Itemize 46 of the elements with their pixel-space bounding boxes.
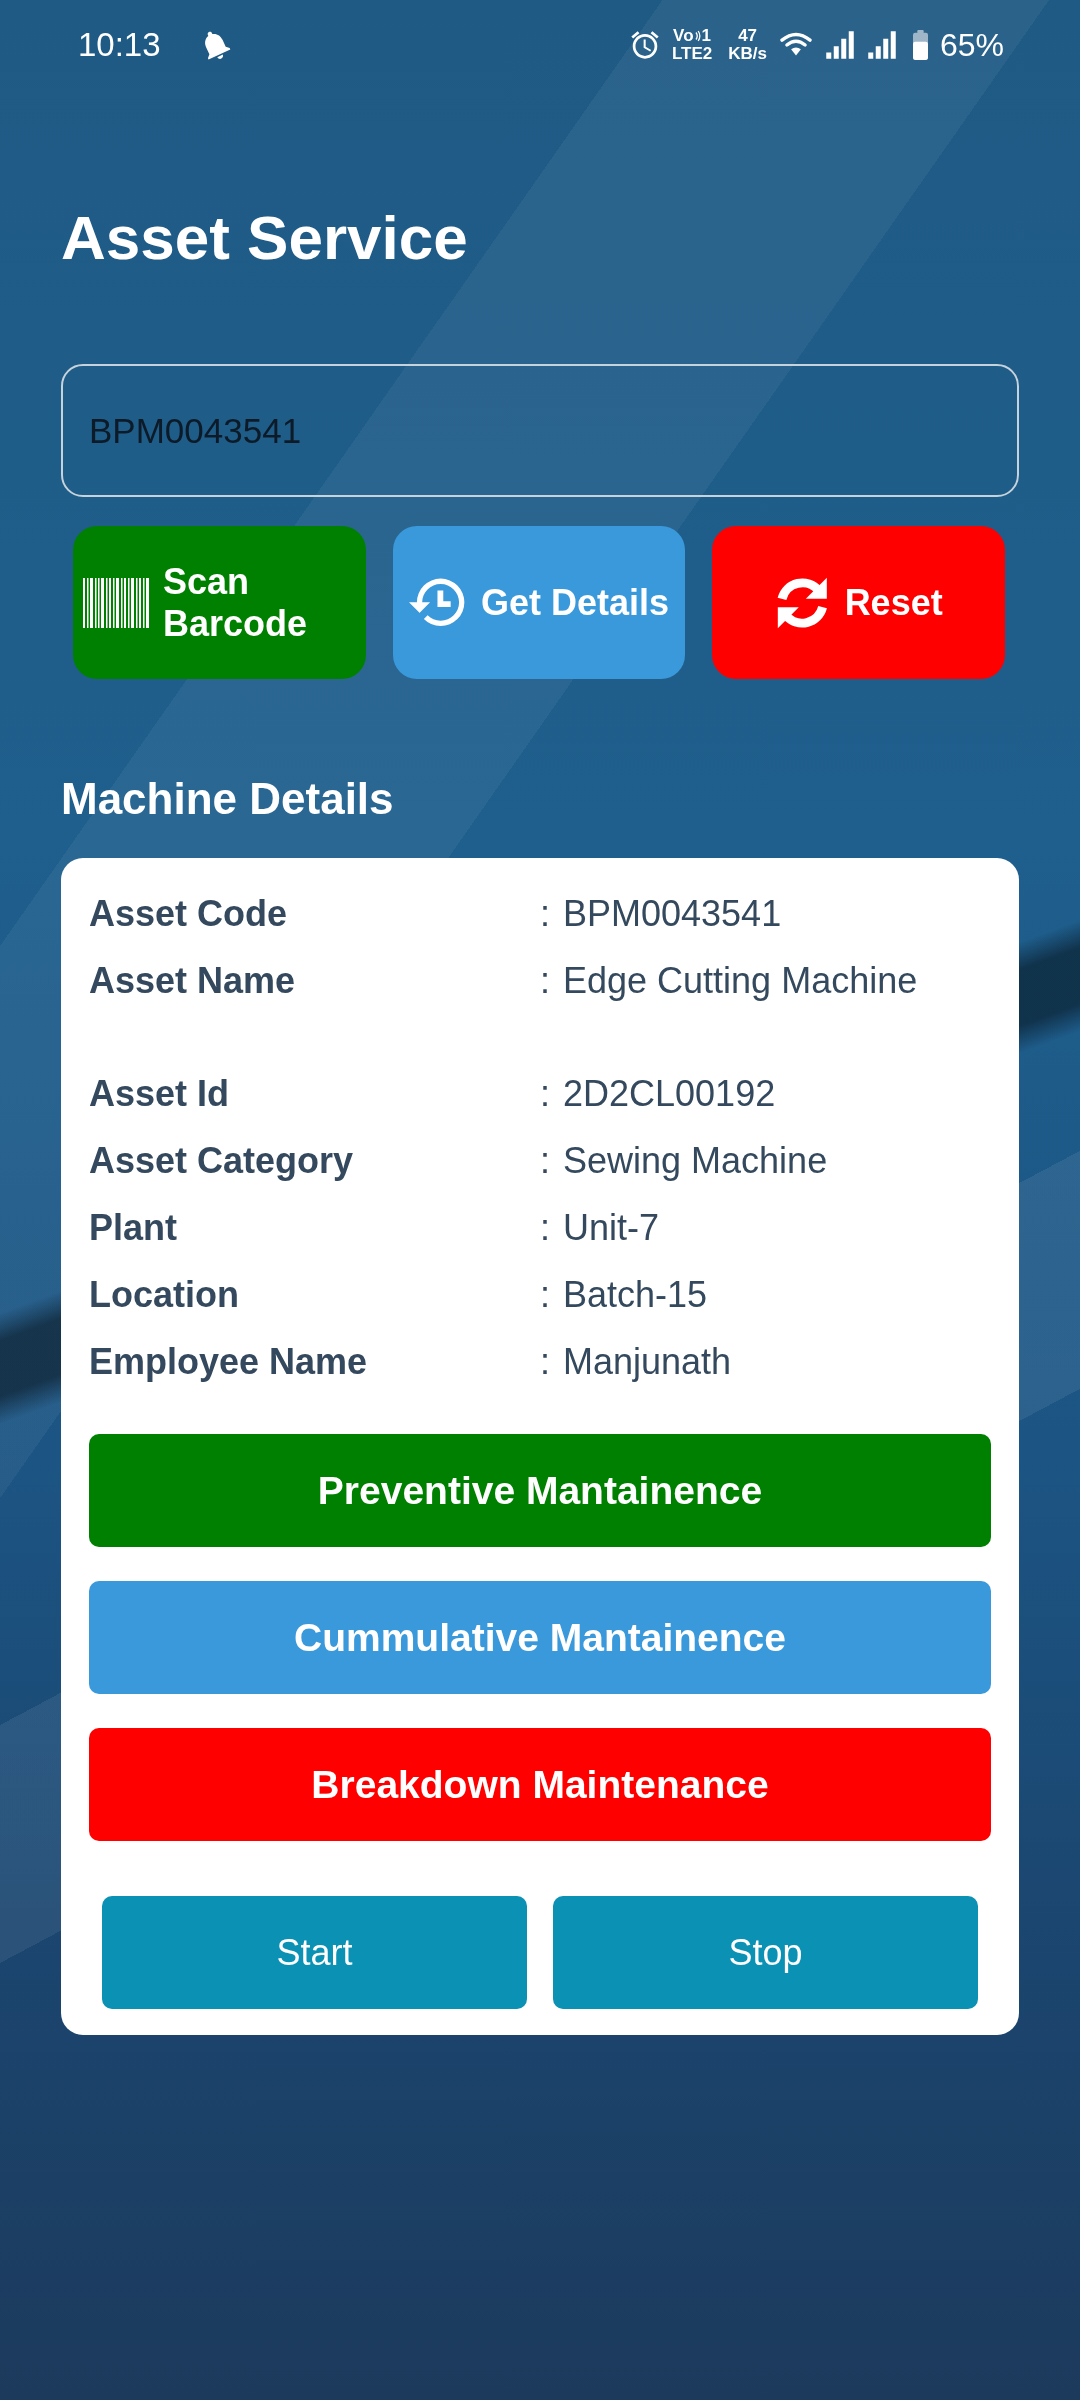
volte-label: Vo	[673, 27, 694, 45]
get-details-button[interactable]: Get Details	[392, 526, 686, 679]
network-type: LTE2	[671, 45, 713, 63]
field-value: BPM0043541	[563, 892, 782, 935]
field-label: Asset Code	[89, 892, 289, 935]
colon-separator: :	[540, 1206, 551, 1249]
field-label: Location	[89, 1273, 240, 1316]
field-label: Plant	[89, 1206, 178, 1249]
asset-code-field[interactable]: BPM0043541	[61, 364, 1019, 497]
field-label: Asset Category	[89, 1139, 355, 1182]
speed-unit: KB/s	[728, 45, 767, 63]
field-label: Asset Name	[89, 959, 297, 1002]
colon-separator: :	[540, 1273, 551, 1316]
maintenance-button[interactable]: Cummulative Mantainence	[89, 1581, 991, 1694]
timer-button[interactable]: Stop	[553, 1896, 978, 2009]
field-value: Batch-15	[563, 1273, 708, 1316]
signal-bars-icon	[824, 30, 855, 60]
field-value: 2D2CL00192	[563, 1072, 776, 1115]
battery-percentage: 65%	[939, 26, 1004, 64]
colon-separator: :	[540, 892, 551, 935]
field-label: Asset Id	[89, 1072, 231, 1115]
field-value: Unit-7	[563, 1206, 660, 1249]
colon-separator: :	[540, 1072, 551, 1115]
reset-button[interactable]: Reset	[712, 526, 1005, 679]
history-icon	[408, 577, 467, 628]
battery-icon	[912, 30, 928, 60]
colon-separator: :	[540, 1139, 551, 1182]
alarm-clock-icon	[629, 30, 660, 60]
colon-separator: :	[540, 959, 551, 1002]
sim-number: 1	[701, 27, 712, 45]
maintenance-button[interactable]: Breakdown Maintenance	[89, 1728, 991, 1841]
clock-time: 10:13	[78, 26, 161, 64]
field-label: Employee Name	[89, 1340, 369, 1383]
field-value: Sewing Machine	[563, 1139, 828, 1182]
field-value: Edge Cutting Machine	[563, 959, 918, 1002]
call-waves-icon	[694, 30, 701, 42]
barcode-icon	[83, 577, 149, 628]
colon-separator: :	[540, 1340, 551, 1383]
speed-value: 47	[738, 27, 758, 45]
signal-bars-icon	[866, 30, 897, 60]
screen-title: Asset Service	[61, 202, 469, 274]
field-value: Manjunath	[563, 1340, 732, 1383]
scan-barcode-button[interactable]: Scan Barcode	[73, 526, 366, 679]
timer-button[interactable]: Start	[102, 1896, 527, 2009]
maintenance-button[interactable]: Preventive Mantainence	[89, 1434, 991, 1547]
section-heading: Machine Details	[61, 773, 395, 825]
